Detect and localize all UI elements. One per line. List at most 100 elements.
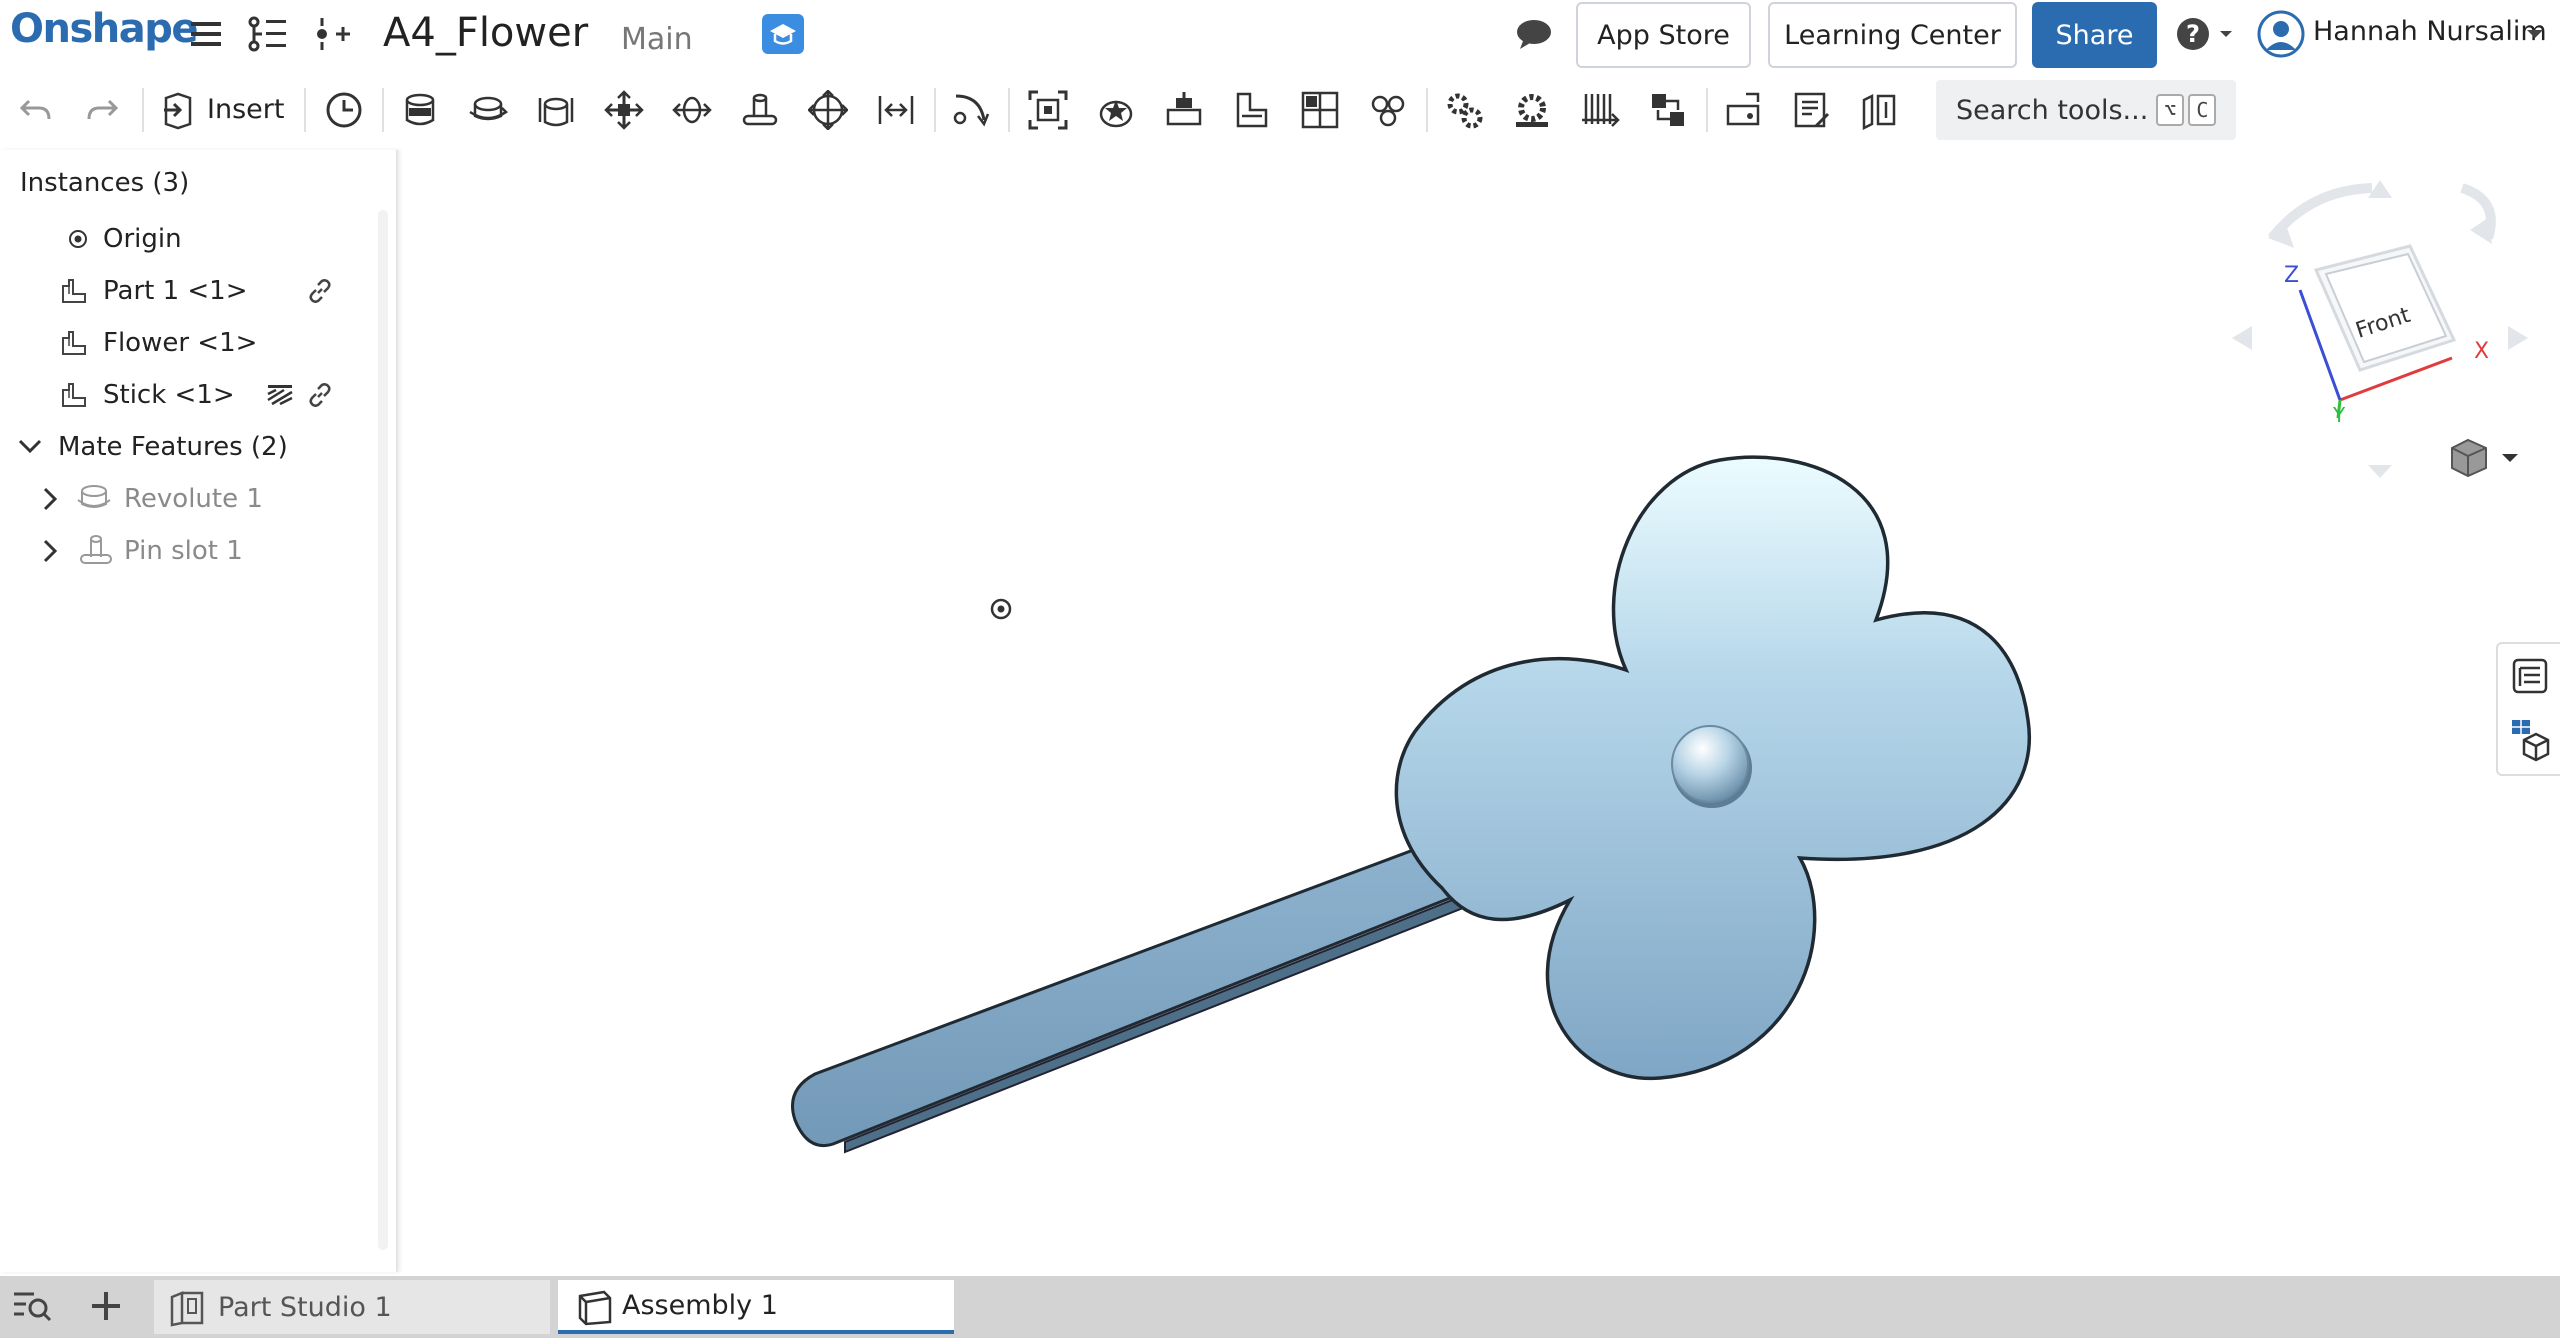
hamburger-menu-icon[interactable] xyxy=(186,14,226,54)
link-icon[interactable] xyxy=(302,377,338,413)
assembly-icon xyxy=(576,1288,614,1333)
app-store-button[interactable]: App Store xyxy=(1576,2,1751,68)
gear-settings-icon[interactable] xyxy=(1438,84,1490,136)
named-views-icon[interactable] xyxy=(1786,84,1838,136)
insert-icon[interactable] xyxy=(152,84,204,136)
instance-label: Flower <1> xyxy=(103,328,258,358)
svg-text:?: ? xyxy=(2186,20,2200,48)
instance-label: Origin xyxy=(103,224,182,254)
ball-mate-icon[interactable] xyxy=(802,84,854,136)
tab-manager-icon[interactable] xyxy=(12,1288,54,1329)
mate-features-label: Mate Features (2) xyxy=(58,432,288,462)
branch-label[interactable]: Main xyxy=(621,22,693,57)
planar-mate-icon[interactable] xyxy=(598,84,650,136)
feature-list-icon[interactable] xyxy=(248,14,288,54)
toolbar-divider xyxy=(934,88,936,132)
axis-z-label: Z xyxy=(2284,263,2299,288)
revolute-mate-icon xyxy=(76,481,112,517)
user-menu-chevron-icon[interactable] xyxy=(2520,14,2550,54)
part-instance-icon xyxy=(56,273,92,309)
fastened-mate-icon[interactable] xyxy=(394,84,446,136)
cylindrical-mate-icon[interactable] xyxy=(666,84,718,136)
mate-features-folder[interactable]: Mate Features (2) xyxy=(0,422,380,472)
rack-pinion-icon[interactable] xyxy=(1226,84,1278,136)
tab-label: Part Studio 1 xyxy=(218,1291,392,1323)
tab-label: Assembly 1 xyxy=(622,1289,778,1321)
document-title[interactable]: A4_Flower xyxy=(383,10,588,56)
instance-part-1[interactable]: Part 1 <1> xyxy=(0,266,380,316)
learning-center-button[interactable]: Learning Center xyxy=(1768,2,2017,68)
model-canvas[interactable]: Front X Y Z xyxy=(400,150,2560,1272)
instance-label: Part 1 <1> xyxy=(103,276,248,306)
slider-mate-icon[interactable] xyxy=(530,84,582,136)
search-tools-placeholder: Search tools... xyxy=(1956,94,2149,126)
tab-assembly-1[interactable]: Assembly 1 xyxy=(558,1280,954,1334)
origin-icon xyxy=(60,221,96,257)
help-icon[interactable]: ? xyxy=(2176,14,2232,54)
right-side-rail xyxy=(2496,642,2560,776)
chevron-down-icon[interactable] xyxy=(12,429,48,465)
pin-slot-mate-icon[interactable] xyxy=(734,84,786,136)
toolbar-divider xyxy=(1426,88,1428,132)
comments-icon[interactable] xyxy=(1514,14,1554,54)
measure-icon[interactable] xyxy=(1718,84,1770,136)
appearance-panel-icon[interactable] xyxy=(2510,718,2550,767)
exploded-view-icon[interactable] xyxy=(1854,84,1906,136)
axis-y-label: Y xyxy=(2332,403,2346,427)
mate-pin-slot-1[interactable]: Pin slot 1 xyxy=(0,526,380,576)
add-tab-icon[interactable] xyxy=(88,1288,124,1329)
mate-revolute-1[interactable]: Revolute 1 xyxy=(0,474,380,524)
toolbar-divider xyxy=(1706,88,1708,132)
chevron-right-icon[interactable] xyxy=(32,481,68,517)
toolbar-divider xyxy=(382,88,384,132)
instance-stick[interactable]: Stick <1> xyxy=(0,370,380,420)
group-icon[interactable] xyxy=(1022,84,1074,136)
toolbar-divider xyxy=(304,88,306,132)
insert-button-label[interactable]: Insert xyxy=(207,94,284,125)
replicate-icon[interactable] xyxy=(1294,84,1346,136)
section-hatch-icon[interactable] xyxy=(262,377,298,413)
insert-mate-connector-icon[interactable] xyxy=(312,14,352,54)
part-instance-icon xyxy=(56,325,92,361)
chevron-right-icon[interactable] xyxy=(32,533,68,569)
learning-badge-icon[interactable] xyxy=(762,14,804,54)
revolute-mate-icon[interactable] xyxy=(462,84,514,136)
shortcut-option-key: ⌥ xyxy=(2156,94,2185,126)
render-mode-cube-icon[interactable] xyxy=(2451,438,2518,478)
parallel-mate-icon[interactable] xyxy=(870,84,922,136)
redo-icon[interactable] xyxy=(76,84,128,136)
tangent-relation-icon[interactable] xyxy=(944,84,996,136)
gear-relation-icon[interactable] xyxy=(1158,84,1210,136)
undo-icon[interactable] xyxy=(10,84,62,136)
bill-of-materials-icon[interactable] xyxy=(2510,656,2550,701)
instance-flower[interactable]: Flower <1> xyxy=(0,318,380,368)
search-tools-input[interactable]: Search tools... ⌥ C xyxy=(1936,80,2236,140)
mate-connector-star-icon[interactable] xyxy=(1090,84,1142,136)
share-button[interactable]: Share xyxy=(2032,2,2157,68)
user-name[interactable]: Hannah Nursalim xyxy=(2313,16,2547,47)
onshape-logo[interactable]: Onshape xyxy=(10,6,199,52)
part-instance-icon xyxy=(56,377,92,413)
stick-part[interactable] xyxy=(791,838,1473,1154)
assembly-toolbar: Insert Search tools... ⌥ C xyxy=(0,76,2560,144)
snapshot-clock-icon[interactable] xyxy=(318,84,370,136)
single-gear-icon[interactable] xyxy=(1506,84,1558,136)
axis-x-label: X xyxy=(2474,339,2489,364)
graphics-viewport[interactable]: Front X Y Z xyxy=(400,150,2560,1272)
linear-relation-icon[interactable] xyxy=(1574,84,1626,136)
user-avatar-icon[interactable] xyxy=(2256,9,2306,59)
instance-origin[interactable]: Origin xyxy=(0,214,380,264)
pin-slot-mate-icon xyxy=(78,533,114,569)
origin-marker-icon[interactable] xyxy=(990,598,1012,620)
part-studio-icon xyxy=(168,1289,208,1334)
instance-label: Stick <1> xyxy=(103,380,235,410)
mate-pattern-icon[interactable] xyxy=(1362,84,1414,136)
instances-header: Instances (3) xyxy=(20,168,190,198)
mate-label: Revolute 1 xyxy=(124,484,263,514)
link-icon[interactable] xyxy=(302,273,338,309)
tab-part-studio-1[interactable]: Part Studio 1 xyxy=(154,1280,550,1334)
screw-relation-icon[interactable] xyxy=(1642,84,1694,136)
flower-part[interactable] xyxy=(1394,455,2031,1081)
view-cube[interactable]: Front X Y Z xyxy=(2232,180,2528,478)
toolbar-divider xyxy=(142,88,144,132)
